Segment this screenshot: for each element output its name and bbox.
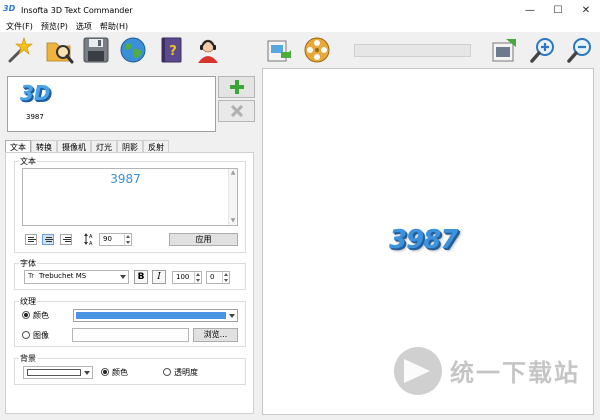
watermark-text: 统一下载站 — [450, 359, 580, 387]
wizard-button[interactable] — [4, 35, 34, 65]
animation-button[interactable] — [302, 35, 332, 65]
apply-button[interactable]: 应用 — [169, 233, 238, 246]
line-spacing-icon: A A — [83, 232, 97, 247]
thumbnail-label: 3987 — [26, 113, 44, 121]
title-bar: 3D Insofta 3D Text Commander — ☐ ✕ — [0, 0, 600, 20]
support-button[interactable] — [193, 35, 223, 65]
svg-text:A: A — [89, 234, 93, 240]
project-thumbnail[interactable]: 3D 3987 — [20, 81, 60, 125]
font-family-value: Trebuchet MS — [39, 272, 87, 280]
help-book-icon: ? — [161, 37, 182, 63]
texture-color-picker[interactable] — [73, 309, 238, 322]
menu-bar: 文件(F) 预览(P) 选项 帮助(H) — [0, 20, 600, 32]
export-image-icon — [267, 40, 291, 62]
texture-color-swatch — [76, 312, 226, 319]
globe-icon — [120, 37, 146, 63]
align-center-button[interactable] — [42, 234, 54, 245]
italic-button[interactable]: I — [152, 270, 166, 284]
font-size-value: 100 — [176, 273, 190, 281]
texture-group-label: 纹理 — [19, 296, 37, 307]
app-logo-icon: 3D — [3, 4, 16, 13]
line-spacing-stepper[interactable]: 90 — [99, 233, 132, 246]
window-controls: — ☐ ✕ — [516, 0, 600, 20]
font-family-select[interactable]: Tr Trebuchet MS — [24, 270, 129, 284]
minimize-button[interactable]: — — [516, 0, 544, 20]
chevron-down-icon — [120, 275, 126, 279]
align-right-button[interactable] — [60, 234, 72, 245]
menu-file[interactable]: 文件(F) — [0, 21, 37, 32]
close-button[interactable]: ✕ — [572, 0, 600, 20]
maximize-button[interactable]: ☐ — [544, 0, 572, 20]
zoom-in-button[interactable] — [528, 35, 558, 65]
background-transparent-label: 透明度 — [174, 368, 198, 377]
truetype-font-icon: Tr — [28, 272, 35, 280]
export-button-2[interactable] — [490, 35, 520, 65]
save-button[interactable] — [81, 35, 111, 65]
texture-color-label: 颜色 — [33, 311, 49, 320]
browse-button[interactable]: 浏览... — [193, 328, 238, 342]
help-button[interactable]: ? — [156, 35, 186, 65]
window-title: Insofta 3D Text Commander — [21, 5, 133, 15]
background-color-label: 颜色 — [112, 368, 128, 377]
zoom-out-button[interactable] — [565, 35, 595, 65]
export-button[interactable] — [264, 35, 294, 65]
project-list[interactable]: 3D 3987 — [7, 76, 216, 132]
menu-options[interactable]: 选项 — [72, 21, 96, 32]
text-group-label: 文本 — [19, 156, 37, 167]
chevron-down-icon — [229, 314, 235, 318]
background-transparent-radio[interactable] — [163, 368, 171, 376]
char-spacing-value: 0 — [210, 273, 215, 281]
render-progress-bar — [354, 44, 471, 57]
background-group-label: 背景 — [19, 353, 37, 364]
film-reel-icon — [304, 37, 330, 63]
line-spacing-value: 90 — [103, 235, 112, 243]
zoom-in-icon — [530, 38, 554, 63]
delete-item-button[interactable] — [218, 100, 255, 122]
toolbar: ? — [0, 32, 600, 68]
scroll-down-icon[interactable]: ▼ — [229, 217, 237, 225]
text-scrollbar[interactable]: ▲ ▼ — [228, 169, 237, 225]
font-size-stepper[interactable]: 100 — [172, 271, 202, 284]
site-watermark: 统一下载站 — [394, 347, 584, 397]
chevron-down-icon — [84, 371, 90, 375]
texture-color-radio[interactable] — [22, 311, 30, 319]
delete-x-icon — [230, 105, 243, 117]
background-color-radio[interactable] — [101, 368, 109, 376]
save-disk-icon — [83, 37, 109, 63]
texture-image-path-input[interactable] — [72, 328, 189, 342]
texture-image-label: 图像 — [33, 331, 49, 340]
background-color-picker[interactable] — [23, 366, 93, 379]
magic-wand-icon — [8, 37, 33, 63]
background-color-swatch — [27, 369, 81, 376]
svg-text:?: ? — [169, 44, 177, 59]
zoom-out-icon — [567, 38, 591, 63]
thumbnail-3d-glyph: 3D — [20, 81, 51, 105]
menu-help[interactable]: 帮助(H) — [96, 21, 132, 32]
scroll-up-icon[interactable]: ▲ — [229, 169, 237, 177]
text-input-value: 3987 — [110, 172, 141, 186]
add-item-button[interactable] — [218, 76, 255, 98]
font-group-label: 字体 — [19, 258, 37, 269]
texture-image-radio[interactable] — [22, 331, 30, 339]
char-spacing-stepper[interactable]: 0 — [206, 271, 230, 284]
menu-preview[interactable]: 预览(P) — [37, 21, 72, 32]
watermark-logo-icon — [394, 347, 442, 395]
support-agent-icon — [198, 39, 218, 63]
plus-icon — [229, 80, 244, 94]
align-left-button[interactable] — [25, 234, 37, 245]
open-folder-icon — [46, 42, 74, 64]
svg-text:A: A — [89, 241, 93, 246]
open-button[interactable] — [44, 35, 74, 65]
bold-button[interactable]: B — [134, 270, 148, 284]
preview-3d-text: 3987 — [389, 225, 458, 255]
export-image-icon — [492, 39, 516, 62]
web-button[interactable] — [118, 35, 148, 65]
text-input[interactable]: 3987 ▲ ▼ — [22, 168, 238, 226]
